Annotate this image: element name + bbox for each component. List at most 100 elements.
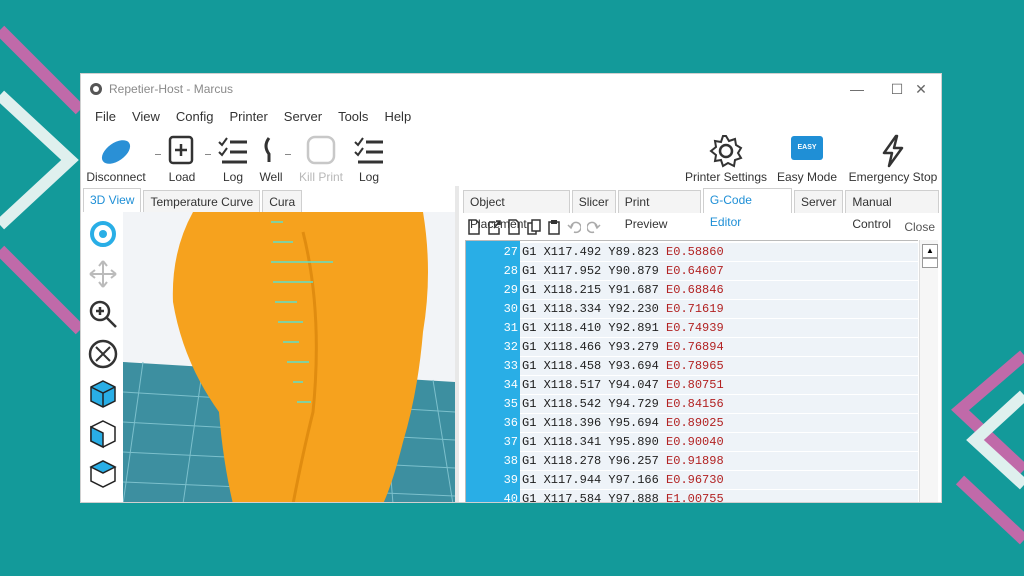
- disconnect-label: Disconnect: [86, 170, 146, 184]
- code-line[interactable]: 33 G1 X118.458 Y93.694 E0.78965: [466, 357, 918, 376]
- gcode-op: G1: [522, 454, 537, 468]
- code-line[interactable]: 38 G1 X118.278 Y96.257 E0.91898: [466, 452, 918, 471]
- gcode-y: Y89.823: [608, 245, 659, 259]
- lightning-icon: [882, 134, 904, 168]
- menu-file[interactable]: File: [87, 108, 124, 126]
- gcode-command: G1 X118.334 Y92.230 E0.71619: [522, 300, 724, 319]
- code-line[interactable]: 37 G1 X118.341 Y95.890 E0.90040: [466, 433, 918, 452]
- menu-bar: File View Config Printer Server Tools He…: [87, 108, 419, 126]
- gcode-op: G1: [522, 264, 537, 278]
- gcode-command: G1 X117.944 Y97.166 E0.96730: [522, 471, 724, 490]
- editor-scrollbar[interactable]: ▲: [919, 240, 938, 502]
- fit-view-icon[interactable]: [87, 338, 119, 370]
- load-label: Load: [168, 170, 196, 184]
- menu-view[interactable]: View: [124, 108, 168, 126]
- gcode-text-area[interactable]: 27 G1 X117.492 Y89.823 E0.58860 28 G1 X117.…: [465, 240, 918, 502]
- line-number: 34: [503, 378, 518, 392]
- stop-icon: [306, 135, 336, 165]
- printer-settings-button[interactable]: Printer Settings: [683, 130, 769, 184]
- cube-top-icon[interactable]: [87, 458, 119, 490]
- tab-object-placement[interactable]: Object Placement: [463, 190, 570, 231]
- code-line[interactable]: 30 G1 X118.334 Y92.230 E0.71619: [466, 300, 918, 319]
- 3d-viewport[interactable]: [123, 212, 455, 503]
- gcode-e: E0.84156: [666, 397, 724, 411]
- log-button-2[interactable]: Log: [349, 130, 389, 184]
- gcode-x: X118.466: [543, 340, 602, 354]
- menu-tools[interactable]: Tools: [330, 108, 376, 126]
- code-line[interactable]: 39 G1 X117.944 Y97.166 E0.96730: [466, 471, 918, 490]
- disconnect-button[interactable]: Disconnect: [83, 130, 149, 184]
- load-button[interactable]: Load: [165, 130, 199, 184]
- menu-printer[interactable]: Printer: [221, 108, 275, 126]
- new-file-icon[interactable]: [467, 219, 481, 235]
- document-icon[interactable]: [507, 219, 521, 235]
- minimize-button[interactable]: —: [837, 78, 877, 100]
- scroll-up-icon[interactable]: ▲: [922, 244, 938, 258]
- well-button[interactable]: Well: [253, 130, 289, 184]
- cube-front-icon[interactable]: [87, 418, 119, 450]
- gcode-command: G1 X118.466 Y93.279 E0.76894: [522, 338, 724, 357]
- redo-icon[interactable]: [587, 219, 601, 235]
- nozzle-icon: [264, 137, 271, 162]
- code-line[interactable]: 35 G1 X118.542 Y94.729 E0.84156: [466, 395, 918, 414]
- dropdown-arrow-icon[interactable]: [285, 154, 291, 155]
- rotate-icon[interactable]: [87, 218, 119, 250]
- cube-view-icon[interactable]: [87, 378, 119, 410]
- code-line[interactable]: 36 G1 X118.396 Y95.694 E0.89025: [466, 414, 918, 433]
- menu-help[interactable]: Help: [376, 108, 419, 126]
- tab-gcode-editor[interactable]: G-Code Editor: [702, 188, 792, 229]
- code-line[interactable]: 28 G1 X117.952 Y90.879 E0.64607: [466, 262, 918, 281]
- code-line[interactable]: 31 G1 X118.410 Y92.891 E0.74939: [466, 319, 918, 338]
- menu-server[interactable]: Server: [276, 108, 330, 126]
- code-line[interactable]: 29 G1 X118.215 Y91.687 E0.68846: [466, 281, 918, 300]
- gcode-command: G1 X118.278 Y96.257 E0.91898: [522, 452, 724, 471]
- editor-toolbar: [467, 218, 601, 236]
- export-icon[interactable]: [487, 219, 501, 235]
- tab-3d-view[interactable]: 3D View: [83, 188, 142, 213]
- code-line[interactable]: 32 G1 X118.466 Y93.279 E0.76894: [466, 338, 918, 357]
- tab-cura[interactable]: Cura: [262, 190, 303, 213]
- menu-config[interactable]: Config: [168, 108, 222, 126]
- gcode-op: G1: [522, 245, 537, 259]
- paste-icon[interactable]: [547, 219, 561, 235]
- tab-temperature-curve[interactable]: Temperature Curve: [143, 190, 261, 213]
- easy-mode-button[interactable]: EASY Easy Mode: [775, 130, 839, 184]
- kill-print-label: Kill Print: [298, 170, 343, 184]
- gcode-y: Y95.694: [608, 416, 659, 430]
- zoom-icon[interactable]: [87, 298, 119, 330]
- tab-print-preview[interactable]: Print Preview: [617, 190, 701, 231]
- code-line[interactable]: 27 G1 X117.492 Y89.823 E0.58860: [466, 243, 918, 262]
- gcode-x: X117.492: [543, 245, 602, 259]
- easy-mode-label: Easy Mode: [776, 170, 838, 184]
- kill-print-button[interactable]: Kill Print: [293, 130, 349, 184]
- tab-slicer[interactable]: Slicer: [571, 190, 616, 213]
- gcode-y: Y92.891: [608, 321, 659, 335]
- undo-icon[interactable]: [567, 219, 581, 235]
- tab-server[interactable]: Server: [794, 190, 844, 213]
- gcode-op: G1: [522, 321, 537, 335]
- gcode-command: G1 X118.542 Y94.729 E0.84156: [522, 395, 724, 414]
- left-tab-bar: 3D View Temperature Curve Cura: [83, 188, 304, 213]
- code-line[interactable]: 40 G1 X117.584 Y97.888 E1.00755: [466, 490, 918, 502]
- line-number: 33: [503, 359, 518, 373]
- gcode-e: E0.71619: [666, 302, 724, 316]
- scrollbar-thumb[interactable]: [922, 258, 938, 268]
- editor-close-button[interactable]: Close: [904, 220, 935, 234]
- close-window-button[interactable]: ✕: [901, 78, 941, 100]
- emergency-stop-button[interactable]: Emergency Stop: [847, 130, 939, 184]
- gcode-y: Y97.166: [608, 473, 659, 487]
- gcode-e: E0.80751: [666, 378, 724, 392]
- gcode-x: X117.952: [543, 264, 602, 278]
- dropdown-arrow-icon[interactable]: [155, 154, 161, 155]
- line-number: 29: [503, 283, 518, 297]
- right-tab-bar: Object Placement Slicer Print Preview G-…: [463, 188, 941, 231]
- log-button[interactable]: Log: [213, 130, 253, 184]
- copy-icon[interactable]: [527, 219, 541, 235]
- line-number: 35: [503, 397, 518, 411]
- gcode-command: G1 X117.492 Y89.823 E0.58860: [522, 243, 724, 262]
- gcode-y: Y92.230: [608, 302, 659, 316]
- dropdown-arrow-icon[interactable]: [205, 154, 211, 155]
- code-line[interactable]: 34 G1 X118.517 Y94.047 E0.80751: [466, 376, 918, 395]
- move-icon[interactable]: [87, 258, 119, 290]
- tab-manual-control[interactable]: Manual Control: [845, 190, 939, 231]
